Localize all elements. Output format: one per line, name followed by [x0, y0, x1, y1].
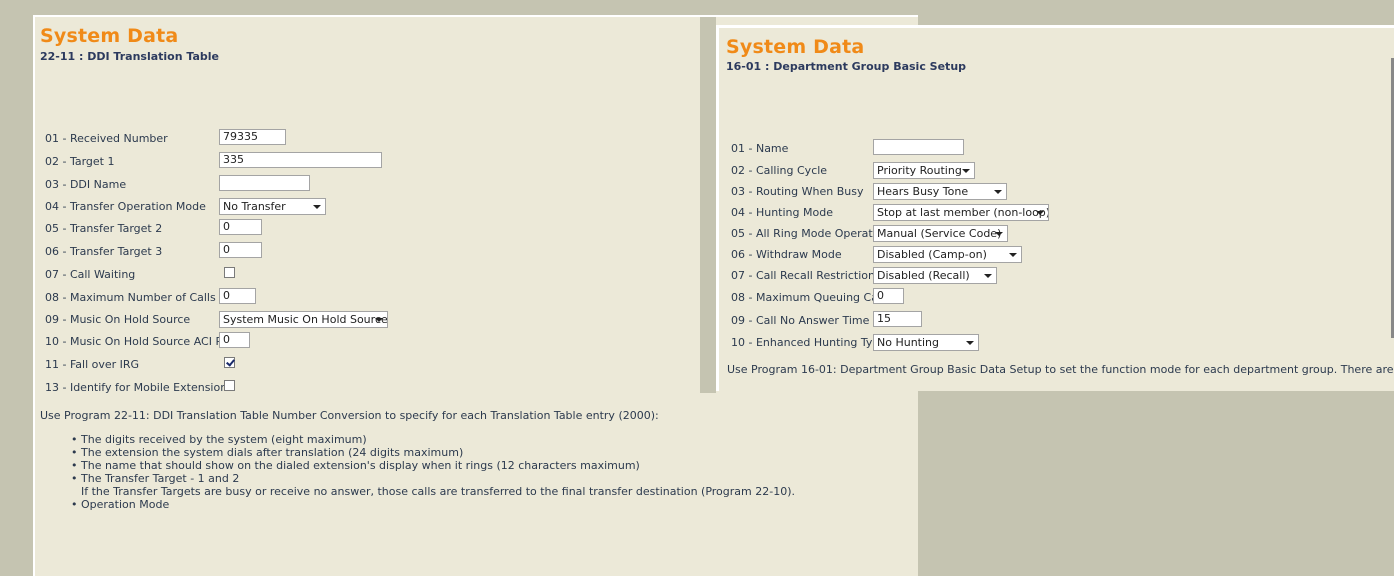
call-waiting-checkbox[interactable]: [224, 267, 235, 278]
list-item: Operation Mode: [71, 498, 795, 511]
field-label-fall-over-irg: 11 - Fall over IRG: [45, 358, 140, 371]
all-ring-mode-operation-select[interactable]: Manual (Service Code): [873, 225, 1008, 242]
fall-over-irg-checkbox[interactable]: [224, 357, 235, 368]
help-description: Use Program 16-01: Department Group Basi…: [727, 363, 1394, 376]
field-label-music-on-hold-source: 09 - Music On Hold Source: [45, 313, 191, 326]
page-title: System Data: [40, 25, 179, 47]
chevron-down-icon: [1009, 253, 1017, 257]
department-group-panel: System Data 16-01 : Department Group Bas…: [716, 25, 1394, 391]
chevron-down-icon: [962, 169, 970, 173]
chevron-down-icon: [966, 341, 974, 345]
calling-cycle-select[interactable]: Priority Routing: [873, 162, 975, 179]
page-title: System Data: [726, 36, 865, 58]
maximum-queuing-calls-input[interactable]: 0: [873, 288, 904, 304]
list-item: The name that should show on the dialed …: [71, 459, 795, 472]
select-value: Hears Busy Tone: [877, 185, 969, 198]
field-label-transfer-target-3: 06 - Transfer Target 3: [45, 245, 163, 258]
field-label-call-recall-restriction: 07 - Call Recall Restriction: [731, 269, 875, 282]
field-label-withdraw-mode: 06 - Withdraw Mode: [731, 248, 842, 261]
ddi-name-input[interactable]: [219, 175, 310, 191]
select-value: Disabled (Camp-on): [877, 248, 987, 261]
enhanced-hunting-type-select[interactable]: No Hunting: [873, 334, 979, 351]
field-label-hunting-mode: 04 - Hunting Mode: [731, 206, 833, 219]
transfer-operation-mode-select[interactable]: No Transfer: [219, 198, 326, 215]
window-separator: [700, 17, 716, 393]
field-label-maximum-queuing-calls: 08 - Maximum Queuing Calls: [731, 291, 890, 304]
withdraw-mode-select[interactable]: Disabled (Camp-on): [873, 246, 1022, 263]
select-value: System Music On Hold Source: [223, 313, 388, 326]
select-value: Priority Routing: [877, 164, 962, 177]
field-label-routing-when-busy: 03 - Routing When Busy: [731, 185, 864, 198]
hunting-mode-select[interactable]: Stop at last member (non-loop): [873, 204, 1049, 221]
field-label-enhanced-hunting-type: 10 - Enhanced Hunting Type: [731, 336, 887, 349]
maximum-number-of-calls-input[interactable]: 0: [219, 288, 256, 304]
identify-mobile-extension-checkbox[interactable]: [224, 380, 235, 391]
chevron-down-icon: [1036, 211, 1044, 215]
received-number-input[interactable]: 79335: [219, 129, 286, 145]
help-description: Use Program 22-11: DDI Translation Table…: [40, 409, 659, 422]
list-item: If the Transfer Targets are busy or rece…: [81, 485, 795, 498]
transfer-target-3-input[interactable]: 0: [219, 242, 262, 258]
field-label-maximum-number-of-calls: 08 - Maximum Number of Calls: [45, 291, 216, 304]
field-label-calling-cycle: 02 - Calling Cycle: [731, 164, 828, 177]
select-value: Stop at last member (non-loop): [877, 206, 1049, 219]
music-on-hold-aci-port-input[interactable]: 0: [219, 332, 250, 348]
field-label-music-on-hold-aci-port: 10 - Music On Hold Source ACI Port: [45, 335, 238, 348]
target-1-input[interactable]: 335: [219, 152, 382, 168]
field-label-call-no-answer-time: 09 - Call No Answer Time: [731, 314, 870, 327]
routing-when-busy-select[interactable]: Hears Busy Tone: [873, 183, 1007, 200]
transfer-target-2-input[interactable]: 0: [219, 219, 262, 235]
select-value: No Transfer: [223, 200, 286, 213]
field-label-call-waiting: 07 - Call Waiting: [45, 268, 136, 281]
page-subtitle: 22-11 : DDI Translation Table: [40, 50, 219, 63]
field-label-name: 01 - Name: [731, 142, 789, 155]
field-label-received-number: 01 - Received Number: [45, 132, 168, 145]
field-label-transfer-operation-mode: 04 - Transfer Operation Mode: [45, 200, 206, 213]
chevron-down-icon: [995, 232, 1003, 236]
chevron-down-icon: [375, 318, 383, 322]
list-item: The digits received by the system (eight…: [71, 433, 795, 446]
call-recall-restriction-select[interactable]: Disabled (Recall): [873, 267, 997, 284]
field-label-identify-mobile-extension: 13 - Identify for Mobile Extension: [45, 381, 228, 394]
field-label-target-1: 02 - Target 1: [45, 155, 115, 168]
field-label-all-ring-mode-operation: 05 - All Ring Mode Operation: [731, 227, 890, 240]
chevron-down-icon: [994, 190, 1002, 194]
help-bullet-list: The digits received by the system (eight…: [71, 433, 795, 511]
name-input[interactable]: [873, 139, 964, 155]
select-value: Disabled (Recall): [877, 269, 970, 282]
chevron-down-icon: [984, 274, 992, 278]
list-item: The Transfer Target - 1 and 2: [71, 472, 795, 485]
list-item: The extension the system dials after tra…: [71, 446, 795, 459]
field-label-ddi-name: 03 - DDI Name: [45, 178, 127, 191]
select-value: Manual (Service Code): [877, 227, 1002, 240]
page-subtitle: 16-01 : Department Group Basic Setup: [726, 60, 967, 73]
chevron-down-icon: [313, 205, 321, 209]
music-on-hold-source-select[interactable]: System Music On Hold Source: [219, 311, 388, 328]
field-label-transfer-target-2: 05 - Transfer Target 2: [45, 222, 163, 235]
call-no-answer-time-input[interactable]: 15: [873, 311, 922, 327]
select-value: No Hunting: [877, 336, 939, 349]
